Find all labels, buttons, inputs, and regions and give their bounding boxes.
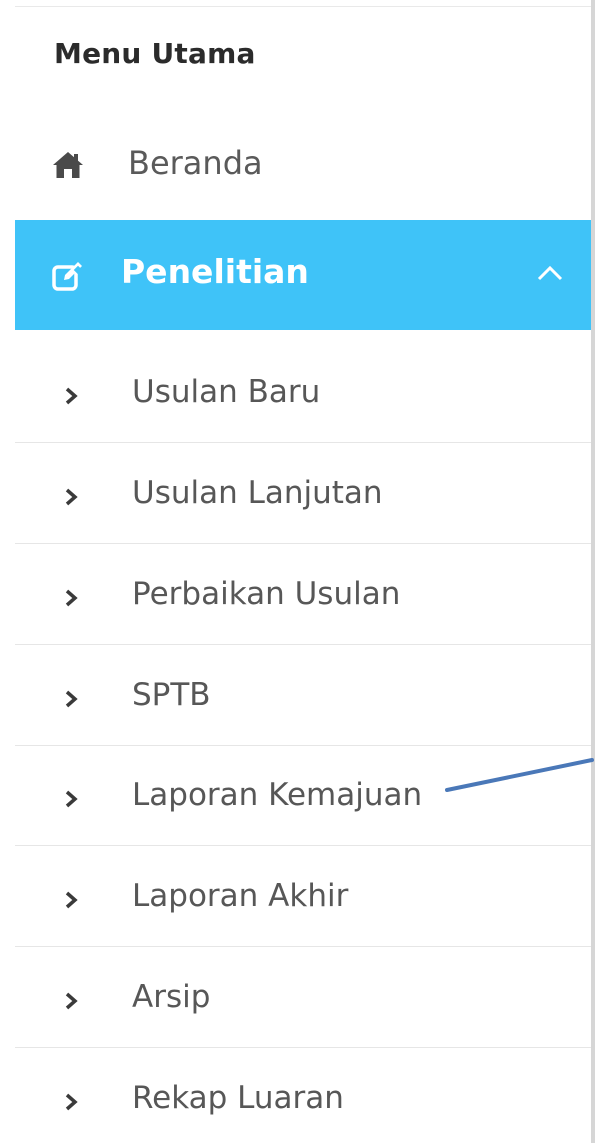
submenu-item-usulan-baru[interactable]: Usulan Baru — [15, 342, 591, 443]
submenu-item-perbaikan-usulan[interactable]: Perbaikan Usulan — [15, 544, 591, 645]
home-icon — [53, 152, 83, 178]
submenu-item-laporan-kemajuan[interactable]: Laporan Kemajuan — [15, 745, 591, 846]
page-left-margin — [0, 0, 15, 1143]
submenu-item-label: Perbaikan Usulan — [132, 576, 401, 612]
submenu-item-label: Usulan Lanjutan — [132, 475, 383, 511]
submenu-item-label: Laporan Akhir — [132, 878, 349, 914]
sidebar-item-beranda[interactable]: Beranda — [15, 110, 591, 220]
sidebar-item-penelitian[interactable]: Penelitian — [15, 220, 591, 330]
chevron-right-icon — [65, 992, 78, 1010]
chevron-up-icon[interactable] — [535, 262, 565, 284]
submenu-item-rekap-luaran[interactable]: Rekap Luaran — [15, 1048, 591, 1148]
submenu-item-sptb[interactable]: SPTB — [15, 645, 591, 746]
submenu-item-arsip[interactable]: Arsip — [15, 947, 591, 1048]
top-divider — [15, 6, 591, 7]
submenu-item-label: Rekap Luaran — [132, 1080, 344, 1116]
chevron-right-icon — [65, 1093, 78, 1111]
edit-icon — [52, 262, 83, 291]
submenu-item-laporan-akhir[interactable]: Laporan Akhir — [15, 846, 591, 947]
chevron-right-icon — [65, 387, 78, 405]
chevron-right-icon — [65, 790, 78, 808]
submenu-item-label: SPTB — [132, 677, 211, 713]
chevron-right-icon — [65, 690, 78, 708]
submenu-item-usulan-lanjutan[interactable]: Usulan Lanjutan — [15, 443, 591, 544]
content-divider — [591, 0, 595, 1143]
chevron-right-icon — [65, 891, 78, 909]
submenu-item-label: Laporan Kemajuan — [132, 777, 423, 813]
sidebar-item-label: Penelitian — [121, 252, 309, 291]
submenu-item-label: Usulan Baru — [132, 374, 321, 410]
sidebar-item-label: Beranda — [128, 144, 263, 182]
submenu-item-label: Arsip — [132, 979, 211, 1015]
sidebar-section-title: Menu Utama — [54, 37, 256, 70]
chevron-right-icon — [65, 488, 78, 506]
chevron-right-icon — [65, 589, 78, 607]
